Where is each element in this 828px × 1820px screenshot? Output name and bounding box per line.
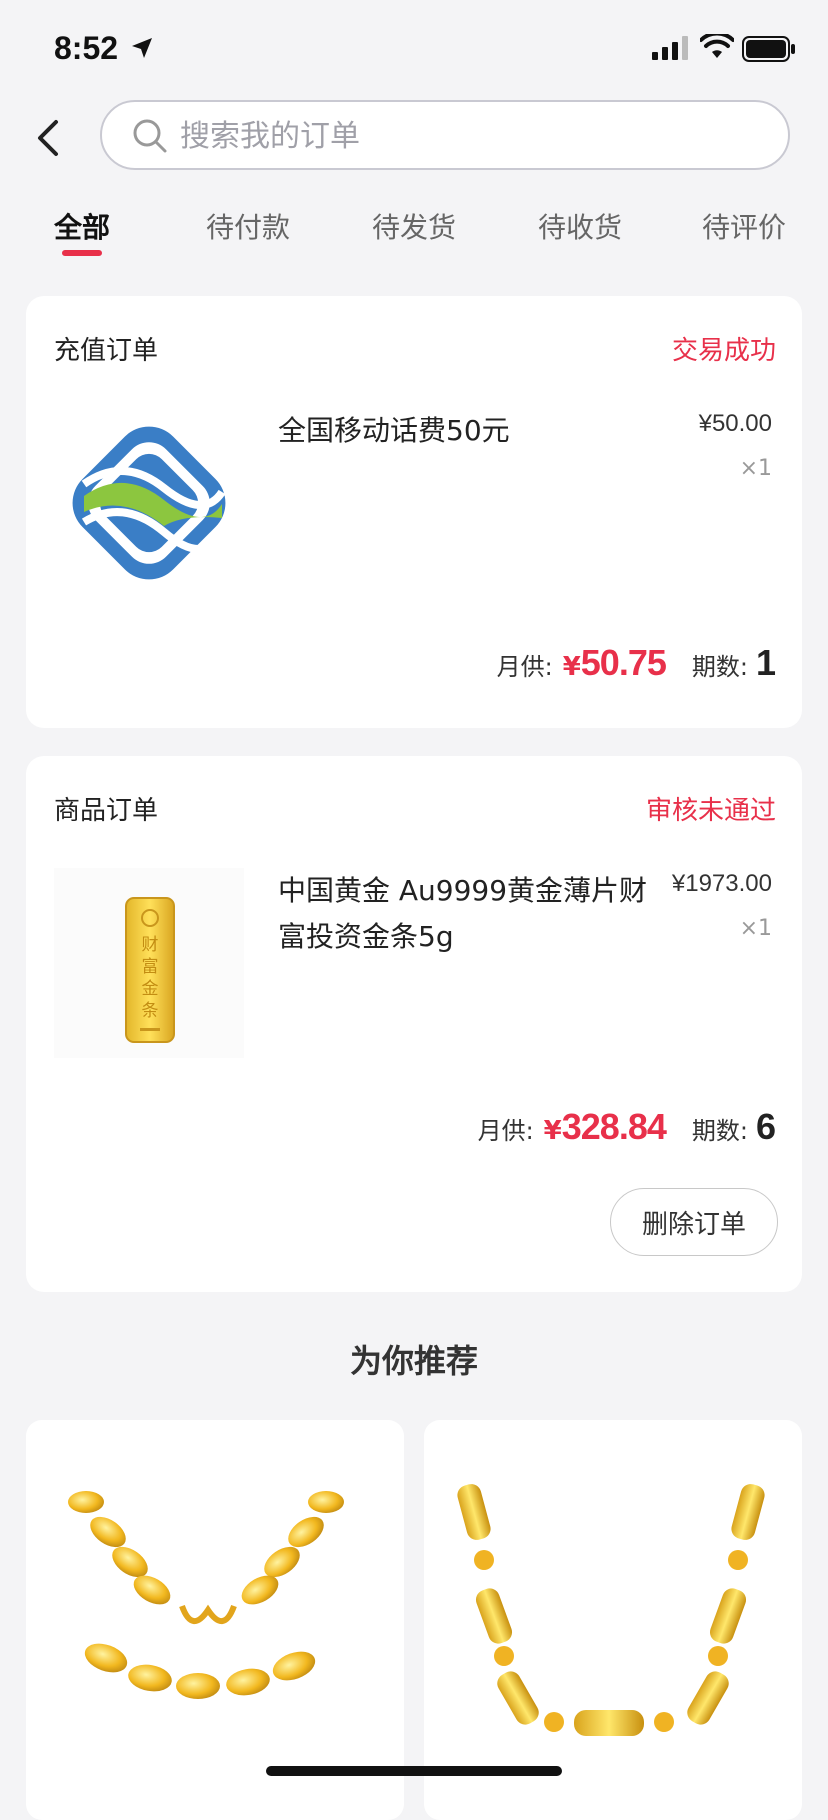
- periods-value: 6: [755, 1106, 776, 1147]
- gold-bar-engraving: 财富金条: [141, 935, 159, 1021]
- search-box[interactable]: [100, 100, 790, 170]
- monthly-payment: 50.75: [580, 642, 667, 683]
- recommend-title: 为你推荐: [349, 1342, 478, 1380]
- monthly-label: 月供:: [477, 1117, 534, 1145]
- delete-order-button[interactable]: 删除订单: [610, 1188, 778, 1256]
- battery-icon: [742, 36, 795, 62]
- installment-info: 月供: ¥ 50.75 期数: 1: [497, 642, 776, 684]
- order-status-tabs: 全部 待付款 待发货 待收货 待评价: [0, 200, 828, 270]
- home-indicator: [266, 1766, 562, 1776]
- periods-value: 1: [755, 642, 776, 683]
- search-icon: [133, 119, 167, 153]
- tab-pending-receipt[interactable]: 待收货: [538, 206, 622, 246]
- wifi-icon: [700, 34, 734, 58]
- status-bar: 8:52: [0, 0, 828, 100]
- tab-all[interactable]: 全部: [54, 206, 110, 246]
- tab-pending-shipment[interactable]: 待发货: [372, 206, 456, 246]
- order-card-product[interactable]: 商品订单 审核未通过 财富金条 中国黄金 Au9999黄金薄片财富投资金条5g …: [26, 756, 802, 1292]
- order-type-label: 商品订单: [54, 796, 159, 826]
- order-status-badge: 审核未通过: [645, 796, 776, 826]
- order-type-label: 充值订单: [54, 336, 159, 366]
- gold-necklace-image: [457, 1484, 765, 1736]
- tab-pending-payment[interactable]: 待付款: [206, 206, 290, 246]
- product-name: 中国黄金 Au9999黄金薄片财富投资金条5g: [278, 874, 648, 953]
- currency-symbol: ¥: [562, 652, 581, 682]
- product-quantity: ×1: [739, 916, 772, 941]
- search-header: [0, 96, 828, 180]
- back-arrow-icon[interactable]: [30, 116, 70, 160]
- order-status-badge: 交易成功: [671, 336, 776, 366]
- location-arrow-icon: [132, 38, 152, 58]
- product-quantity: ×1: [739, 456, 772, 481]
- product-price: ¥50.00: [698, 410, 772, 437]
- product-price: ¥1973.00: [671, 870, 772, 897]
- recommend-item[interactable]: [424, 1420, 802, 1820]
- currency-symbol: ¥: [543, 1116, 562, 1146]
- monthly-payment: 328.84: [561, 1106, 667, 1147]
- recommend-item[interactable]: [26, 1420, 404, 1820]
- monthly-label: 月供:: [496, 653, 553, 681]
- product-name: 全国移动话费50元: [278, 414, 510, 447]
- gold-bar-image: 财富金条: [54, 868, 244, 1058]
- order-card-recharge[interactable]: 充值订单 交易成功 全国移动话费50元 ¥50.00 ×1 月供: ¥ 50.7…: [26, 296, 802, 728]
- tab-pending-review[interactable]: 待评价: [702, 206, 786, 246]
- periods-label: 期数:: [691, 653, 748, 681]
- installment-info: 月供: ¥ 328.84 期数: 6: [478, 1106, 776, 1148]
- periods-label: 期数:: [691, 1117, 748, 1145]
- active-tab-indicator: [62, 250, 102, 256]
- china-mobile-logo-icon: [72, 426, 226, 580]
- search-input[interactable]: [178, 112, 742, 160]
- cellular-signal-icon: [652, 36, 688, 60]
- gold-necklace-image: [68, 1491, 344, 1699]
- status-time: 8:52: [54, 30, 119, 66]
